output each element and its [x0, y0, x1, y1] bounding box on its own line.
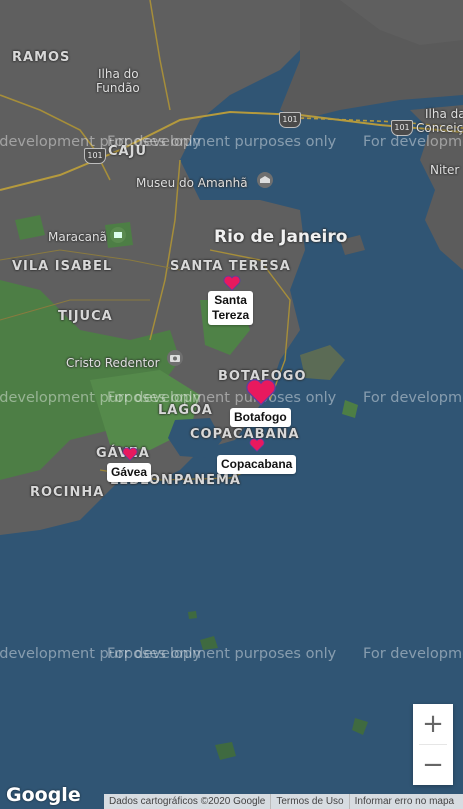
place-fundao: Fundão — [96, 81, 140, 95]
zoom-in-button[interactable]: + — [413, 704, 453, 744]
map-canvas[interactable]: RAMOS CAJU VILA ISABEL SANTA TERESA TIJU… — [0, 0, 463, 809]
heart-icon[interactable] — [244, 378, 278, 406]
map-footer: Dados cartográficos ©2020 Google Termos … — [104, 794, 463, 809]
place-ilha-do: Ilha do — [98, 67, 139, 81]
marker-label-santa-tereza[interactable]: Santa Tereza — [208, 291, 254, 325]
marker-label-copacabana[interactable]: Copacabana — [217, 455, 297, 474]
marker-label-botafogo[interactable]: Botafogo — [230, 408, 291, 427]
marker-label-line: Santa — [214, 293, 247, 307]
neighborhood-ramos: RAMOS — [12, 50, 71, 65]
heart-icon[interactable] — [223, 275, 241, 291]
place-ilha-da: Ilha da — [425, 107, 463, 121]
place-conceicao: Conceiç — [416, 121, 463, 135]
stadium-icon — [110, 227, 126, 243]
heart-icon[interactable] — [122, 447, 138, 461]
google-logo[interactable]: Google — [6, 784, 81, 806]
place-niteroi: Niter — [430, 163, 460, 177]
marker-label-line: Tereza — [212, 308, 250, 322]
map-data-attribution: Dados cartográficos ©2020 Google — [109, 796, 266, 807]
dev-watermark: For development purposes only — [363, 646, 463, 662]
neighborhood-santa-teresa: SANTA TERESA — [170, 259, 291, 274]
heart-icon[interactable] — [249, 438, 265, 452]
route-shield: 101 — [84, 148, 106, 164]
report-error-link[interactable]: Informar erro no mapa — [348, 794, 460, 809]
marker-label-gavea[interactable]: Gávea — [107, 463, 152, 482]
place-cristo-redentor: Cristo Redentor — [66, 356, 160, 370]
dev-watermark: For development purposes only — [107, 646, 337, 662]
neighborhood-rocinha: ROCINHA — [30, 485, 105, 500]
camera-icon — [167, 350, 183, 366]
route-shield: 101 — [279, 112, 301, 128]
dev-watermark: For development purposes only — [363, 134, 463, 150]
dev-watermark: For development purposes only — [363, 390, 463, 406]
terms-link[interactable]: Termos de Uso — [270, 794, 348, 809]
place-maracana: Maracanã — [48, 230, 107, 244]
neighborhood-copacabana: COPACABANA — [190, 427, 300, 442]
museum-icon — [257, 172, 273, 188]
zoom-out-button[interactable]: − — [413, 745, 453, 785]
dev-watermark: For development purposes only — [107, 134, 337, 150]
neighborhood-vila-isabel: VILA ISABEL — [12, 259, 113, 274]
neighborhood-tijuca: TIJUCA — [58, 309, 113, 324]
city-label: Rio de Janeiro — [214, 227, 348, 247]
zoom-control: + − — [413, 704, 453, 785]
neighborhood-ipanema: IPANEMA — [168, 473, 241, 488]
dev-watermark: For development purposes only — [107, 390, 337, 406]
place-museu-do-amanha: Museu do Amanhã — [136, 176, 248, 190]
